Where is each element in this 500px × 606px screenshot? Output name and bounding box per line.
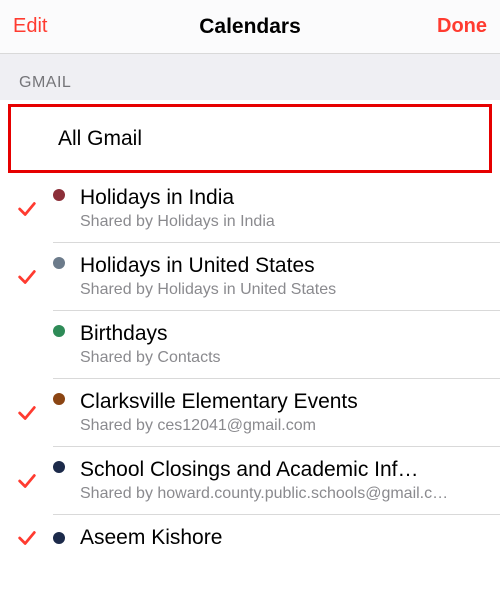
check-icon bbox=[0, 527, 53, 549]
navbar-title: Calendars bbox=[199, 15, 301, 39]
calendar-text: Holidays in India Shared by Holidays in … bbox=[80, 185, 500, 233]
calendar-row[interactable]: Holidays in India Shared by Holidays in … bbox=[0, 175, 500, 243]
calendar-subtitle: Shared by howard.county.public.schools@g… bbox=[80, 484, 490, 505]
calendar-text: Holidays in United States Shared by Holi… bbox=[80, 253, 500, 301]
section-header-gmail: GMAIL bbox=[0, 54, 500, 100]
calendar-title: Holidays in United States bbox=[80, 253, 490, 279]
calendar-title: Holidays in India bbox=[80, 185, 490, 211]
all-gmail-row[interactable]: All Gmail bbox=[8, 104, 492, 173]
calendar-subtitle: Shared by Holidays in United States bbox=[80, 280, 490, 301]
color-dot-icon bbox=[53, 532, 65, 544]
check-icon bbox=[0, 334, 53, 356]
calendar-row[interactable]: Birthdays Shared by Contacts bbox=[0, 311, 500, 379]
color-dot-icon bbox=[53, 189, 65, 201]
color-dot-icon bbox=[53, 461, 65, 473]
calendar-row[interactable]: Clarksville Elementary Events Shared by … bbox=[0, 379, 500, 447]
color-dot-icon bbox=[53, 325, 65, 337]
calendar-title: Clarksville Elementary Events bbox=[80, 389, 490, 415]
calendar-row[interactable]: Holidays in United States Shared by Holi… bbox=[0, 243, 500, 311]
check-icon bbox=[0, 266, 53, 288]
calendar-subtitle: Shared by Contacts bbox=[80, 348, 490, 369]
calendar-subtitle: Shared by Holidays in India bbox=[80, 212, 490, 233]
all-gmail-label: All Gmail bbox=[58, 127, 142, 151]
calendar-list: Holidays in India Shared by Holidays in … bbox=[0, 175, 500, 561]
calendar-row[interactable]: School Closings and Academic Inf… Shared… bbox=[0, 447, 500, 515]
calendar-text: School Closings and Academic Inf… Shared… bbox=[80, 457, 500, 505]
check-icon bbox=[0, 470, 53, 492]
calendar-text: Birthdays Shared by Contacts bbox=[80, 321, 500, 369]
navbar: Edit Calendars Done bbox=[0, 0, 500, 54]
calendar-title: Birthdays bbox=[80, 321, 490, 347]
check-icon bbox=[0, 198, 53, 220]
check-icon bbox=[0, 402, 53, 424]
color-dot-icon bbox=[53, 257, 65, 269]
calendar-row[interactable]: Aseem Kishore bbox=[0, 515, 500, 561]
edit-button[interactable]: Edit bbox=[13, 15, 47, 38]
calendar-text: Clarksville Elementary Events Shared by … bbox=[80, 389, 500, 437]
done-button[interactable]: Done bbox=[437, 15, 487, 38]
calendar-title: School Closings and Academic Inf… bbox=[80, 457, 490, 483]
calendar-subtitle: Shared by ces12041@gmail.com bbox=[80, 416, 490, 437]
color-dot-icon bbox=[53, 393, 65, 405]
calendar-text: Aseem Kishore bbox=[80, 525, 500, 551]
calendar-title: Aseem Kishore bbox=[80, 525, 490, 551]
